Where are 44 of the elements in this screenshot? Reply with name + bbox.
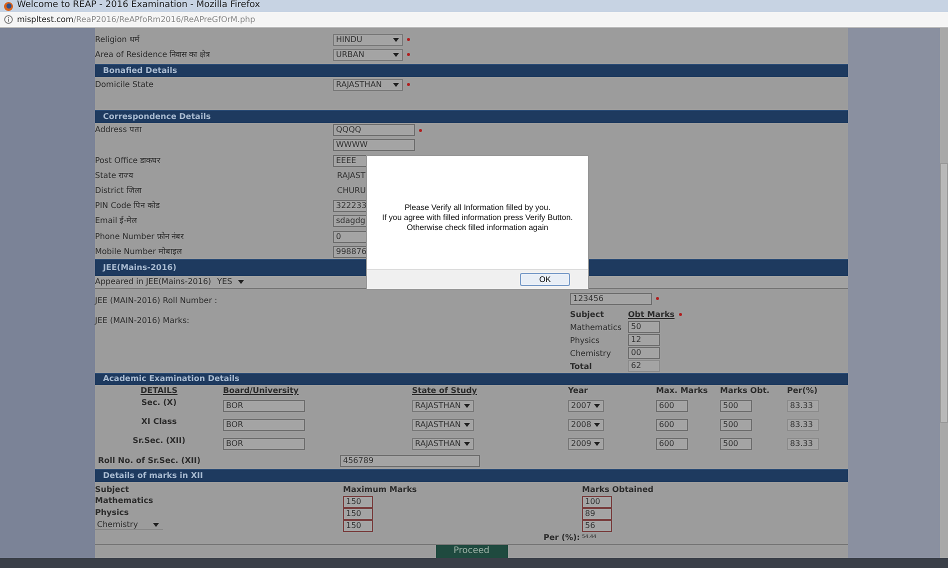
field-label: Mobile Number मोबाइल bbox=[95, 246, 182, 256]
field-label: District जिला bbox=[95, 186, 142, 195]
class-name: Sr.Sec. (XII) bbox=[132, 434, 186, 447]
field-label: Religion धर्म bbox=[95, 34, 140, 44]
field-label: Address पता bbox=[95, 125, 142, 134]
field-label: PIN Code पिन कोड bbox=[95, 201, 160, 210]
field-label: Area of Residence निवास का क्षेत्र bbox=[95, 50, 210, 59]
appeared-label: Appeared in JEE(Mains-2016) bbox=[95, 276, 212, 288]
subject-name: Chemistry bbox=[570, 348, 612, 360]
subject-name: Physics bbox=[95, 508, 130, 518]
column-heading: DETAILS bbox=[140, 384, 178, 397]
section-header: Correspondence Details bbox=[95, 110, 848, 123]
class-name: Sec. (X) bbox=[141, 396, 177, 409]
column-heading: Marks Obtained bbox=[582, 484, 655, 496]
column-heading: Max. Marks bbox=[656, 384, 709, 397]
field-label: Phone Number फ़ोन नंबर bbox=[95, 232, 184, 241]
subject-name: Mathematics bbox=[570, 322, 623, 334]
percentage-label: Per (%): bbox=[543, 532, 581, 544]
column-heading: Board/University bbox=[223, 384, 300, 397]
url-text: mispltest.com/ReaP2016/ReAPfoRm2016/ReAPreGfOrM.php bbox=[17, 14, 256, 26]
section-header: Bonafied Details bbox=[95, 64, 848, 78]
column-heading: State of Study bbox=[412, 384, 478, 397]
column-heading: Maximum Marks bbox=[343, 484, 418, 496]
dialog-message: Please Verify all Information filled by you. If you agree with filled information press Verify Button. Otherwise check filled information again bbox=[382, 202, 573, 232]
column-heading: Subject bbox=[95, 484, 130, 496]
roll-number-label: JEE (MAIN-2016) Roll Number : bbox=[95, 294, 218, 307]
subject-name: Mathematics bbox=[95, 496, 154, 506]
column-heading: Marks Obt. bbox=[720, 384, 771, 397]
column-heading: Per(%) bbox=[787, 384, 819, 397]
field-label: Post Office डाकघर bbox=[95, 156, 160, 165]
class-name: XI Class bbox=[141, 416, 177, 428]
marks-label: JEE (MAIN-2016) Marks: bbox=[95, 314, 190, 327]
field-label: Domicile State bbox=[95, 80, 154, 89]
roll-number-label: Roll No. of Sr.Sec. (XII) bbox=[97, 455, 202, 468]
section-header: Academic Examination Details bbox=[95, 372, 848, 385]
column-heading: Obt Marks bbox=[628, 308, 675, 321]
window-title: Welcome to REAP - 2016 Examination - Mozilla Firefox bbox=[17, 0, 260, 12]
column-heading: Year bbox=[568, 384, 589, 397]
column-heading: Subject bbox=[570, 308, 605, 321]
field-label: State राज्य bbox=[95, 170, 134, 180]
total-label: Total bbox=[570, 360, 593, 373]
field-label: Email ई-मेल bbox=[95, 216, 137, 226]
subject-name: Physics bbox=[570, 334, 601, 347]
section-header: Details of marks in XII bbox=[95, 469, 848, 482]
